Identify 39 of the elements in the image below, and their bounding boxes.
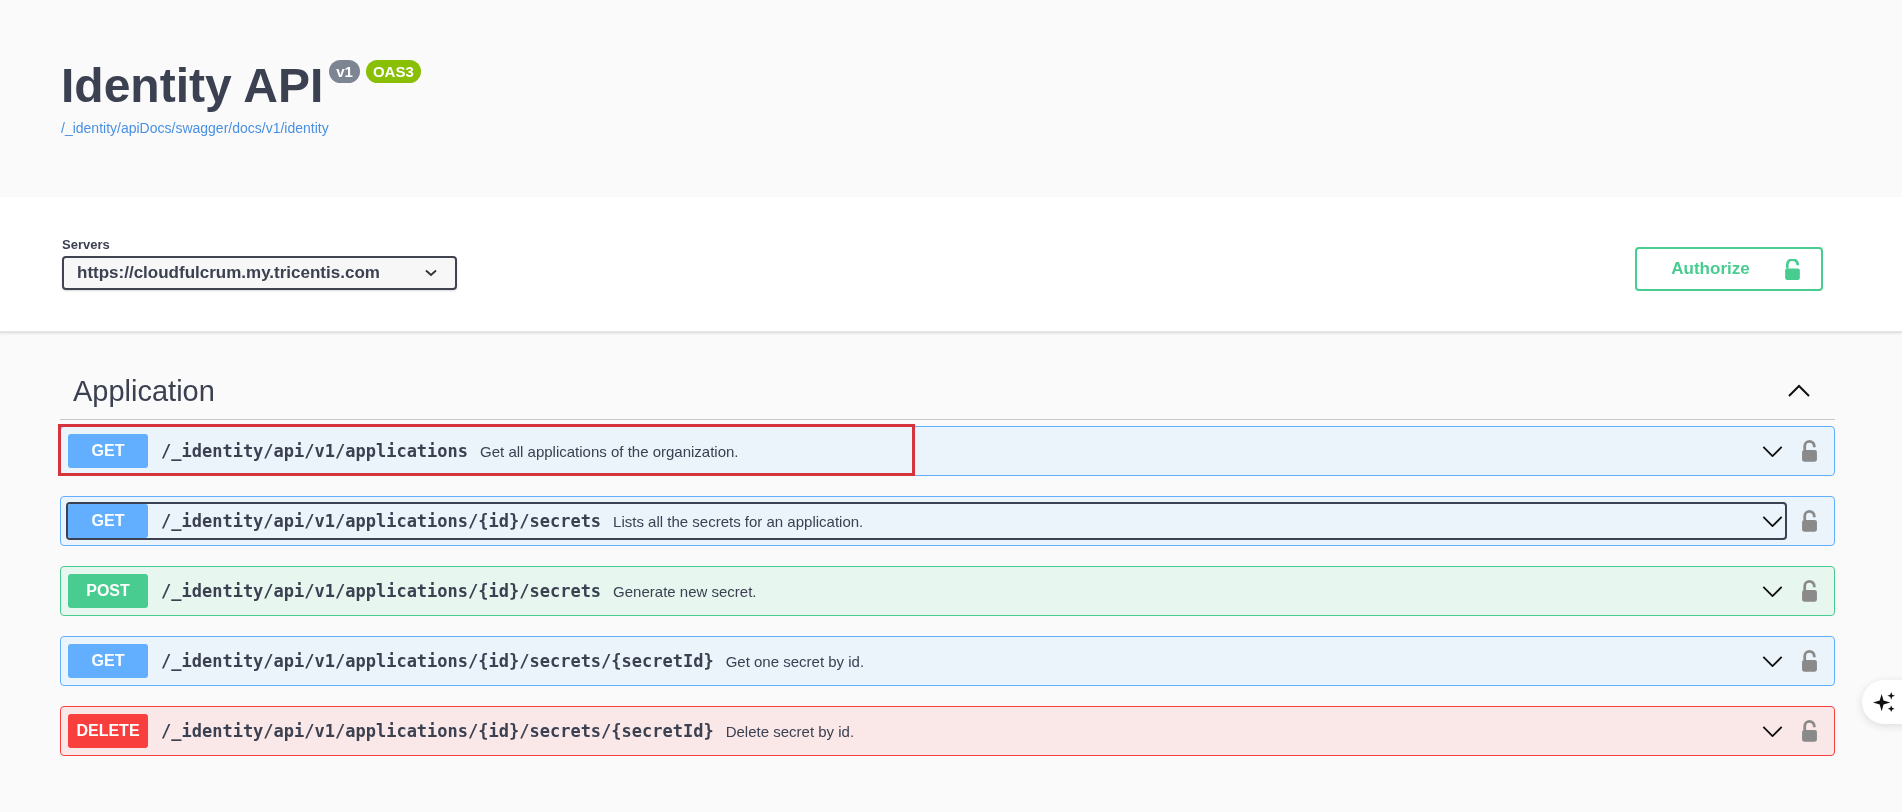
endpoint-summary: Lists all the secrets for an application. [613, 512, 864, 530]
method-badge: GET [68, 504, 148, 538]
unlocked-padlock-icon[interactable] [1801, 720, 1818, 742]
endpoint-path: /_identity/api/v1/applications/{id}/secrets/{secretId} [161, 651, 714, 671]
version-badge: v1 [329, 60, 360, 83]
chevron-down-icon [1762, 445, 1783, 457]
servers-label: Servers [62, 237, 111, 252]
endpoint-path: /_identity/api/v1/applications/{id}/secrets/{secretId} [161, 721, 714, 741]
endpoint-summary: Delete secret by id. [725, 722, 855, 740]
chevron-down-icon [1762, 725, 1783, 737]
operation-row[interactable]: GET /_identity/api/v1/applications/{id}/secrets/{secretId} Get one secret by id. [60, 636, 1835, 686]
server-select[interactable]: https://cloudfulcrum.my.tricentis.com [62, 256, 457, 290]
operation-row[interactable]: GET /_identity/api/v1/applications/{id}/secrets Lists all the secrets for an application. [60, 496, 1835, 546]
unlocked-padlock-icon[interactable] [1801, 510, 1818, 532]
operation-row[interactable]: DELETE /_identity/api/v1/applications/{id}/secrets/{secretId} Delete secret by id. [60, 706, 1835, 756]
endpoint-path: /_identity/api/v1/applications/{id}/secrets [161, 581, 602, 601]
endpoint-path: /_identity/api/v1/applications [161, 441, 469, 461]
api-title: Identity API [61, 58, 324, 114]
unlocked-padlock-icon [1783, 258, 1801, 280]
caret-icon [425, 269, 437, 277]
method-badge: DELETE [68, 714, 148, 748]
unlocked-padlock-icon[interactable] [1801, 650, 1818, 672]
method-badge: POST [68, 574, 148, 608]
sparkle-icon [1873, 690, 1896, 714]
operation-row[interactable]: GET /_identity/api/v1/applications Get all applications of the organization. [60, 426, 1835, 476]
chevron-down-icon [1762, 515, 1783, 527]
method-badge: GET [68, 434, 148, 468]
operation-row[interactable]: POST /_identity/api/v1/applications/{id}/secrets Generate new secret. [60, 566, 1835, 616]
endpoint-summary: Generate new secret. [613, 582, 757, 600]
chevron-down-icon [1762, 655, 1783, 667]
unlocked-padlock-icon[interactable] [1801, 440, 1818, 462]
endpoint-path: /_identity/api/v1/applications/{id}/secrets [161, 511, 602, 531]
unlocked-padlock-icon[interactable] [1801, 580, 1818, 602]
spec-version-badge: OAS3 [365, 60, 421, 83]
endpoint-summary: Get one secret by id. [725, 652, 865, 670]
endpoint-summary: Get all applications of the organization. [480, 442, 739, 460]
method-badge: GET [68, 644, 148, 678]
tag-section-header[interactable]: Application [60, 363, 1835, 420]
chevron-down-icon [1762, 585, 1783, 597]
